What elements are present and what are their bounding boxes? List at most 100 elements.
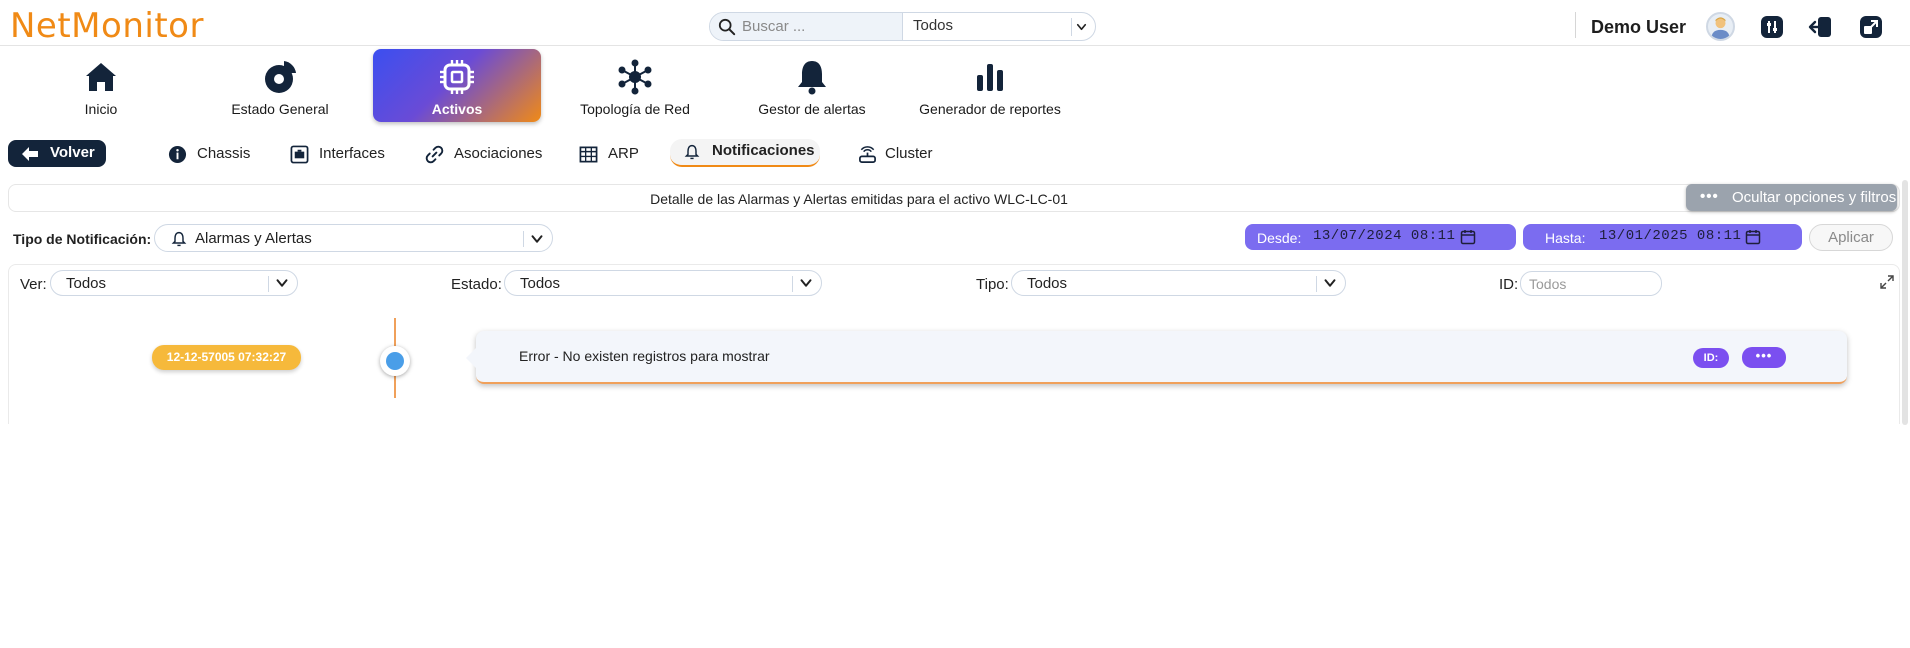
tab-chassis[interactable]: Chassis [168,142,258,168]
port-icon [290,145,309,164]
open-external-icon[interactable] [1858,14,1884,40]
nav-generador-reportes[interactable]: Generador de reportes [912,49,1068,122]
back-button-label: Volver [50,144,95,161]
filter-id-input[interactable] [1520,271,1662,296]
settings-sliders-icon[interactable] [1759,14,1785,40]
pie-chart-icon [265,61,296,93]
notif-type-value: Alarmas y Alertas [195,230,312,247]
bell-icon [171,231,187,247]
tab-arp[interactable]: ARP [579,142,639,168]
more-options-button[interactable]: ••• [1742,347,1786,368]
date-to-field[interactable]: Hasta: 13/01/2025 08:11 [1523,224,1802,250]
filter-estado-value: Todos [520,275,561,292]
notif-type-select[interactable]: Alarmas y Alertas [154,224,553,252]
chevron-down-icon[interactable] [1321,274,1339,292]
bell-icon [684,144,700,160]
select-separator [523,231,524,247]
filter-tipo-select[interactable]: Todos [1011,270,1346,296]
link-icon [425,145,444,164]
bar-chart-icon [977,64,1003,91]
date-from-label: Desde: [1257,230,1302,246]
router-icon [859,146,876,163]
filter-tipo-label: Tipo: [976,276,1009,293]
app-logo[interactable]: NetMonitor [10,6,204,46]
filter-id-label: ID: [1499,276,1519,293]
filter-ver-value: Todos [66,275,107,292]
nav-estado-general[interactable]: Estado General [220,49,340,122]
filter-estado-label: Estado: [451,276,502,293]
calendar-icon[interactable] [1745,229,1761,245]
tab-label: ARP [608,145,639,162]
chevron-down-icon[interactable] [797,274,815,292]
chip-icon [440,60,474,94]
filter-ver-label: Ver: [20,276,47,293]
select-separator [792,276,793,292]
select-separator [1316,276,1317,292]
arrow-left-icon [22,147,38,161]
tab-asociaciones[interactable]: Asociaciones [425,142,545,168]
nav-label: Estado General [231,101,329,117]
home-icon [86,63,116,91]
date-to-value[interactable]: 13/01/2025 08:11 [1599,228,1742,244]
search-input[interactable] [742,17,892,36]
timeline-dot[interactable] [380,346,410,376]
nav-label: Inicio [84,101,118,117]
nav-activos[interactable]: Activos [373,49,541,122]
nav-label: Topología de Red [580,101,690,117]
timeline-dot-inner [386,352,404,370]
timeline-card-pointer [466,347,477,369]
vertical-scrollbar[interactable] [1902,180,1908,425]
chevron-down-icon[interactable] [1071,18,1089,36]
timeline-date-badge: 12-12-57005 07:32:27 [152,345,301,370]
select-separator [268,276,269,292]
user-name[interactable]: Demo User [1591,17,1686,38]
bell-icon [798,61,826,95]
tab-cluster[interactable]: Cluster [858,142,948,168]
nav-gestor-alertas[interactable]: Gestor de alertas [748,49,876,122]
chevron-down-icon[interactable] [273,274,291,292]
date-from-value[interactable]: 13/07/2024 08:11 [1313,228,1456,244]
tab-label: Cluster [885,145,933,162]
avatar[interactable] [1706,12,1735,41]
nav-topologia[interactable]: Topología de Red [570,49,700,122]
tab-interfaces[interactable]: Interfaces [290,142,390,168]
nav-label: Gestor de alertas [758,101,866,117]
date-from-field[interactable]: Desde: 13/07/2024 08:11 [1245,224,1516,250]
calendar-icon[interactable] [1460,229,1476,245]
tab-label: Notificaciones [712,142,815,159]
logout-icon[interactable] [1807,14,1833,40]
network-icon [618,59,652,95]
tab-label: Asociaciones [454,145,543,162]
nav-label: Activos [431,101,483,117]
search-icon[interactable] [718,18,736,36]
tab-notificaciones[interactable]: Notificaciones [670,139,820,167]
timeline-message: Error - No existen registros para mostra… [519,348,770,364]
more-horizontal-icon: ••• [1700,188,1719,205]
top-bar: NetMonitor Todos Demo User [0,0,1910,46]
notif-type-label: Tipo de Notificación: [13,231,152,247]
tab-label: Interfaces [319,145,385,162]
id-badge[interactable]: ID: [1693,348,1729,368]
nav-inicio[interactable]: Inicio [51,49,151,122]
date-to-label: Hasta: [1545,230,1586,246]
expand-icon[interactable] [1880,275,1894,289]
user-avatar-icon [1711,17,1730,39]
detail-title: Detalle de las Alarmas y Alertas emitida… [650,191,1068,207]
apply-button[interactable]: Aplicar [1809,224,1893,251]
filter-tipo-value: Todos [1027,275,1068,292]
nav-label: Generador de reportes [919,101,1061,117]
tab-label: Chassis [197,145,251,162]
info-icon [168,145,187,164]
hide-options-button[interactable]: ••• Ocultar opciones y filtros [1686,184,1897,211]
detail-bar: Detalle de las Alarmas y Alertas emitida… [8,184,1900,212]
search-scope-select[interactable]: Todos [913,17,953,34]
table-icon [579,146,598,163]
filter-ver-select[interactable]: Todos [50,270,298,296]
user-divider [1575,12,1576,38]
back-button[interactable]: Volver [8,140,106,167]
filter-estado-select[interactable]: Todos [504,270,822,296]
search-bar: Todos [709,12,1096,41]
hide-options-label: Ocultar opciones y filtros [1732,189,1897,206]
chevron-down-icon[interactable] [528,230,546,248]
search-field-wrap [710,13,903,40]
